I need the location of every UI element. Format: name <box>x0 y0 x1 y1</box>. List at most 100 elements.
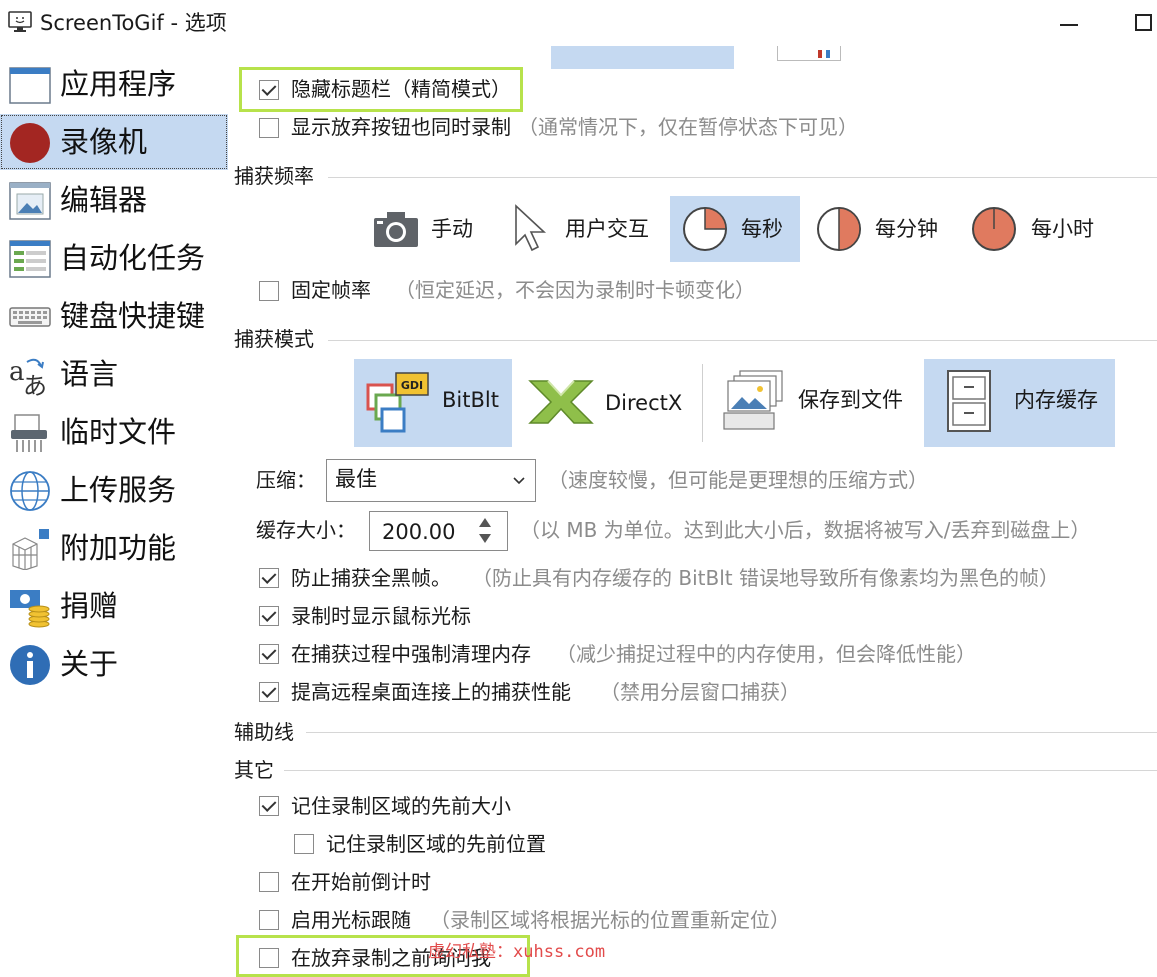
prevent-black-frames-checkbox[interactable] <box>259 568 279 588</box>
countdown-label: 在开始前倒计时 <box>291 870 431 894</box>
sidebar-item-label: 应用程序 <box>60 67 177 101</box>
ask-before-discard-checkbox[interactable] <box>259 948 279 968</box>
temp-files-icon <box>11 414 47 452</box>
sidebar-item-language[interactable]: a あ 语言 <box>0 346 228 402</box>
compression-select[interactable]: 最佳 <box>326 459 536 502</box>
capture-mode-memory-cache[interactable]: 内存缓存 <box>924 359 1115 447</box>
sidebar-item-donate[interactable]: 捐赠 <box>0 578 228 634</box>
fixed-rate-checkbox[interactable] <box>259 281 279 301</box>
hide-titlebar-checkbox[interactable] <box>259 80 279 100</box>
globe-icon <box>10 471 50 511</box>
keyboard-icon <box>9 307 51 327</box>
frequency-per-minute[interactable]: 每分钟 <box>805 196 945 262</box>
image-editor-icon <box>9 182 51 220</box>
sidebar-item-label: 附加功能 <box>60 531 177 565</box>
sidebar: 应用程序 录像机 编辑器 自动化任务 键盘快捷键 a あ 语言 临时文件 上传服… <box>0 56 228 696</box>
cache-size-value: 200.00 <box>382 520 456 544</box>
remember-position-label: 记住录制区域的先前位置 <box>326 832 546 856</box>
section-divider <box>284 770 1157 771</box>
clock-quarter-icon <box>683 207 727 251</box>
force-gc-note: （减少捕捉过程中的内存使用，但会降低性能） <box>556 642 976 666</box>
extras-cube-icon <box>12 529 49 570</box>
compression-selected-value: 最佳 <box>335 467 377 491</box>
directx-x-icon <box>528 380 594 424</box>
section-title-other: 其它 <box>234 758 274 782</box>
minimize-button[interactable] <box>1058 8 1084 38</box>
section-divider <box>306 732 1157 733</box>
sidebar-item-application[interactable]: 应用程序 <box>0 56 228 112</box>
camera-icon <box>374 212 418 247</box>
capture-mode-directx-label: DirectX <box>605 391 683 415</box>
prevent-black-frames-label: 防止捕获全黑帧。 <box>291 566 451 590</box>
capture-mode-bitblt-label: BitBlt <box>442 388 499 412</box>
compression-note: （速度较慢，但可能是更理想的压缩方式） <box>548 468 928 492</box>
cursor-pointer-icon <box>515 204 547 252</box>
sidebar-item-label: 自动化任务 <box>60 241 206 275</box>
cursor-follow-checkbox[interactable] <box>259 910 279 930</box>
info-icon <box>10 645 50 685</box>
sidebar-item-temp-files[interactable]: 临时文件 <box>0 404 228 460</box>
svg-text:あ: あ <box>23 372 47 396</box>
cabinet-icon <box>947 370 991 432</box>
remember-size-label: 记住录制区域的先前大小 <box>291 794 511 818</box>
fixed-rate-note: （恒定延迟，不会因为录制时卡顿变化） <box>395 278 755 302</box>
clock-half-icon <box>817 207 861 251</box>
sidebar-item-editor[interactable]: 编辑器 <box>0 172 228 228</box>
remote-desktop-note: （禁用分层窗口捕获） <box>600 680 800 704</box>
remember-position-checkbox[interactable] <box>294 834 314 854</box>
frequency-interaction[interactable]: 用户交互 <box>505 196 665 262</box>
frequency-per-minute-label: 每分钟 <box>875 217 938 241</box>
sidebar-item-automated-tasks[interactable]: 自动化任务 <box>0 230 228 286</box>
frequency-per-second[interactable]: 每秒 <box>670 196 800 262</box>
sidebar-item-recorder[interactable]: 录像机 <box>0 114 228 170</box>
capture-mode-directx[interactable]: DirectX <box>522 359 692 447</box>
cache-size-input[interactable]: 200.00 <box>369 511 508 551</box>
show-cursor-label: 录制时显示鼠标光标 <box>291 604 471 628</box>
clock-full-icon <box>972 207 1016 251</box>
section-title-guidelines: 辅助线 <box>234 720 294 744</box>
show-discard-label: 显示放弃按钮也同时录制 <box>291 115 511 139</box>
frequency-manual-label: 手动 <box>431 217 473 241</box>
show-cursor-checkbox[interactable] <box>259 606 279 626</box>
show-discard-note: （通常情况下，仅在暂停状态下可见） <box>518 115 858 139</box>
window-title: ScreenToGif - 选项 <box>40 11 227 35</box>
force-gc-checkbox[interactable] <box>259 644 279 664</box>
frequency-per-hour[interactable]: 每小时 <box>960 196 1100 262</box>
force-gc-label: 在捕获过程中强制清理内存 <box>291 642 531 666</box>
maximize-button[interactable] <box>1133 12 1152 31</box>
section-title-capture-mode: 捕获模式 <box>234 327 314 351</box>
fixed-rate-label: 固定帧率 <box>291 278 371 302</box>
capture-mode-save-to-file[interactable]: 保存到文件 <box>716 359 916 447</box>
frequency-manual[interactable]: 手动 <box>367 196 485 262</box>
sidebar-item-extras[interactable]: 附加功能 <box>0 520 228 576</box>
show-discard-checkbox[interactable] <box>259 118 279 138</box>
remember-size-checkbox[interactable] <box>259 796 279 816</box>
hide-titlebar-label: 隐藏标题栏（精简模式） <box>291 77 511 101</box>
sidebar-item-about[interactable]: 关于 <box>0 636 228 692</box>
save-images-icon <box>723 370 783 430</box>
frequency-interaction-label: 用户交互 <box>565 217 649 241</box>
svg-text:GDI: GDI <box>401 379 423 392</box>
section-title-frequency: 捕获频率 <box>234 164 314 188</box>
screen-monitor-icon <box>8 11 32 32</box>
sidebar-item-shortcuts[interactable]: 键盘快捷键 <box>0 288 228 344</box>
donate-coins-icon <box>10 590 50 628</box>
sidebar-item-label: 语言 <box>60 357 119 391</box>
scrolled-banner <box>551 46 734 69</box>
prevent-black-frames-note: （防止具有内存缓存的 BitBlt 错误地导致所有像素均为黑色的帧） <box>472 566 1059 590</box>
countdown-checkbox[interactable] <box>259 872 279 892</box>
sidebar-item-label: 键盘快捷键 <box>60 299 206 333</box>
cache-size-note: （以 MB 为单位。达到此大小后，数据将被写入/丢弃到磁盘上） <box>520 518 1091 542</box>
remote-desktop-checkbox[interactable] <box>259 682 279 702</box>
capture-mode-bitblt[interactable]: GDI BitBlt <box>354 359 512 447</box>
chevron-down-icon <box>513 477 525 485</box>
cursor-follow-label: 启用光标跟随 <box>291 908 411 932</box>
section-divider <box>328 340 1157 341</box>
stepper-down-icon[interactable] <box>478 533 492 545</box>
stepper-up-icon[interactable] <box>478 516 492 528</box>
scrolled-banner-icon <box>777 46 841 61</box>
title-bar: ScreenToGif - 选项 <box>0 0 1157 46</box>
sidebar-item-label: 录像机 <box>60 125 148 159</box>
remote-desktop-label: 提高远程桌面连接上的捕获性能 <box>291 680 571 704</box>
sidebar-item-upload[interactable]: 上传服务 <box>0 462 228 518</box>
